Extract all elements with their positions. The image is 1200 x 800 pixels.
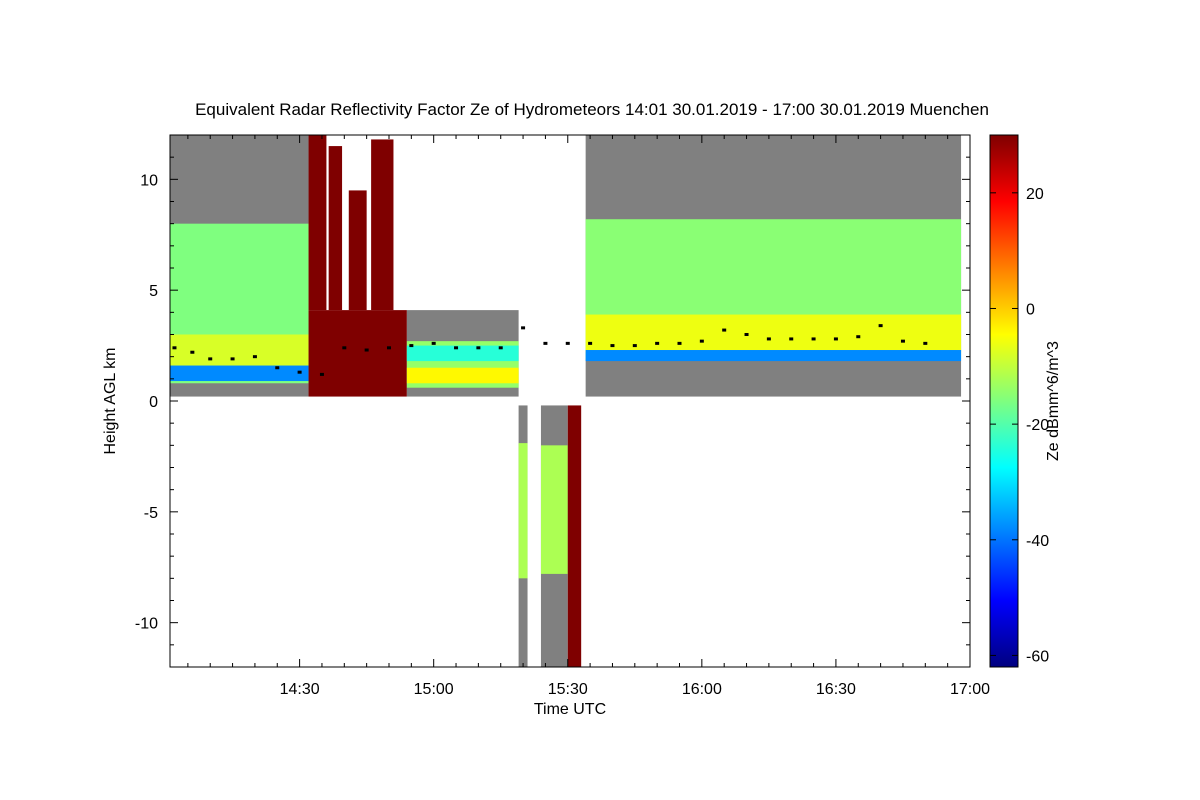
cloud-base-point-20 [588,341,593,345]
cloud-base-point-3 [208,357,213,361]
x-tick-label: 15:00 [414,681,454,698]
cloud-base-point-33 [878,324,883,328]
cloud-base-point-25 [699,339,704,343]
cloud-base-point-14 [454,346,459,350]
segment-lower-1-layer-1 [518,443,528,579]
cloud-base-point-6 [275,366,280,370]
segment-lower-1 [518,405,528,667]
cloud-base-point-32 [856,335,861,339]
y-tick-label: -5 [144,505,158,522]
colorbar: 200-20-40-60 [989,134,1049,668]
cloud-base-point-18 [543,341,548,345]
cloud-base-point-4 [230,357,235,361]
cloud-base-point-11 [386,346,391,350]
cloud-base-point-10 [364,348,369,352]
y-tick-label: 0 [149,394,158,411]
cloud-base-point-24 [677,341,682,345]
segment-lower-2 [540,405,568,667]
cloud-base-point-28 [766,337,771,341]
cloud-base-point-19 [565,341,570,345]
segment-lower-2-layer-1 [540,445,568,574]
y-axis-label: Height AGL km [102,347,119,454]
x-tick-label: 14:30 [280,681,320,698]
cloud-base-point-16 [498,346,503,350]
segment-2-saturated-spike-3 [348,190,367,311]
colorbar-label: Ze dBmm^6/m^3 [1045,341,1062,461]
segment-2-saturated-background [308,310,407,397]
colorbar-tick-label: 0 [1026,301,1035,318]
cloud-base-point-7 [297,370,302,374]
segment-1 [170,135,309,397]
segment-2-saturated-spike-2 [328,146,343,311]
colorbar-tick-label: -40 [1026,533,1049,550]
cloud-base-point-26 [722,328,727,332]
cloud-base-point-8 [319,372,324,376]
segment-lower-saturated-background [567,405,582,667]
segment-4-layer-2 [585,314,962,353]
x-tick-label: 17:00 [950,681,990,698]
cloud-base-point-31 [833,337,838,341]
x-tick-label: 16:30 [816,681,856,698]
cloud-base-point-21 [610,344,615,348]
chart-title: Equivalent Radar Reflectivity Factor Ze … [195,100,989,119]
cloud-base-point-23 [655,341,660,345]
segment-3-layer-3 [406,367,519,384]
x-tick-label: 15:30 [548,681,588,698]
cloud-base-point-9 [342,346,347,350]
segment-2-saturated [308,135,407,397]
segment-1-layer-3 [170,365,309,382]
x-axis-label: Time UTC [534,701,606,718]
cloud-base-point-2 [190,350,195,354]
cloud-base-point-34 [900,339,905,343]
cloud-base-point-15 [476,346,481,350]
cloud-base-point-12 [409,344,414,348]
plot-area [170,135,962,667]
y-tick-label: 5 [149,283,158,300]
colorbar-gradient [989,134,1019,668]
cloud-base-point-22 [632,344,637,348]
cloud-base-point-29 [789,337,794,341]
segment-4-layer-3 [585,350,962,362]
cloud-base-point-13 [431,341,436,345]
x-tick-label: 16:00 [682,681,722,698]
cloud-base-point-17 [521,326,526,330]
y-tick-label: 10 [140,172,158,189]
cloud-base-point-30 [811,337,816,341]
cloud-base-point-35 [923,341,928,345]
radar-reflectivity-chart: Equivalent Radar Reflectivity Factor Ze … [102,100,1062,718]
cloud-base-point-1 [172,346,177,350]
colorbar-tick-label: 20 [1026,186,1044,203]
segment-2-saturated-spike-4 [371,139,394,311]
y-tick-label: -10 [135,616,158,633]
segment-2-saturated-spike-1 [308,135,327,311]
colorbar-tick-label: -60 [1026,648,1049,665]
cloud-base-point-27 [744,333,749,336]
segment-3 [406,310,519,397]
segment-4 [585,135,962,397]
segment-lower-saturated [567,405,582,667]
cloud-base-point-5 [252,355,257,359]
